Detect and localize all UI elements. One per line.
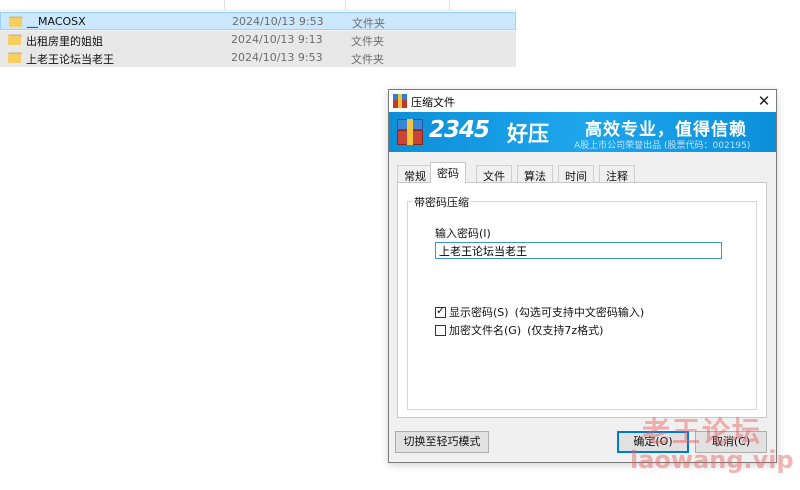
tab-files[interactable]: 文件: [476, 165, 512, 183]
file-date: 2024/10/13 9:13: [231, 33, 323, 46]
checkbox-note: (勾选可支持中文密码输入): [514, 306, 645, 319]
checkbox-note: (仅支持7z格式): [527, 324, 604, 337]
show-password-checkbox[interactable]: ✓ 显示密码(S) (勾选可支持中文密码输入): [435, 304, 644, 320]
file-date: 2024/10/13 9:53: [232, 15, 324, 28]
file-date: 2024/10/13 9:53: [231, 51, 323, 64]
tab-algorithm[interactable]: 算法: [517, 165, 553, 183]
file-row-folder-2[interactable]: 出租房里的姐姐 2024/10/13 9:13 文件夹: [0, 31, 516, 49]
column-separator[interactable]: [449, 0, 450, 9]
brand-slogan: 高效专业，值得信赖: [585, 120, 747, 140]
checkbox-label: 加密文件名(G): [449, 324, 522, 337]
brand-number: 2345: [429, 117, 490, 143]
file-name: 上老王论坛当老王: [26, 53, 114, 66]
file-row-folder-3[interactable]: 上老王论坛当老王 2024/10/13 9:53 文件夹: [0, 49, 516, 67]
file-list: __MACOSX 2024/10/13 9:53 文件夹 出租房里的姐姐 202…: [0, 0, 516, 67]
password-label: 输入密码(I): [435, 227, 491, 240]
file-type: 文件夹: [351, 35, 384, 48]
file-row-macosx[interactable]: __MACOSX 2024/10/13 9:53 文件夹: [0, 12, 516, 30]
checkbox-label: 显示密码(S): [449, 306, 509, 319]
encrypt-filenames-checkbox[interactable]: 加密文件名(G) (仅支持7z格式): [435, 322, 603, 338]
simple-mode-button[interactable]: 切换至轻巧模式: [395, 431, 489, 453]
tab-general[interactable]: 常规: [397, 165, 433, 183]
password-input[interactable]: [435, 242, 722, 259]
app-icon: [393, 94, 407, 108]
password-tab-panel: 带密码压缩: [397, 182, 767, 418]
file-name: 出租房里的姐姐: [26, 35, 103, 48]
cancel-button[interactable]: 取消(C): [695, 431, 767, 453]
file-type: 文件夹: [352, 17, 385, 30]
brand-name: 好压: [507, 122, 549, 146]
column-separator[interactable]: [345, 0, 346, 9]
dialog-title: 压缩文件: [411, 96, 455, 109]
ok-button[interactable]: 确定(O): [617, 431, 689, 453]
tab-comment[interactable]: 注释: [599, 165, 635, 183]
check-icon: ✓: [436, 304, 446, 317]
checkbox-box[interactable]: ✓: [435, 304, 446, 318]
dialog-titlebar[interactable]: 压缩文件 ✕: [389, 90, 776, 112]
file-type: 文件夹: [351, 53, 384, 66]
tab-password[interactable]: 密码: [430, 162, 466, 183]
group-title: 带密码压缩: [412, 194, 471, 210]
brand-banner: 2345 好压 高效专业，值得信赖 A股上市公司荣誉出品 (股票代码：00219…: [389, 112, 776, 152]
compress-dialog: 压缩文件 ✕ 2345 好压 高效专业，值得信赖 A股上市公司荣誉出品 (股票代…: [388, 89, 777, 463]
folder-icon: [8, 52, 22, 63]
column-separator[interactable]: [224, 0, 225, 9]
logo-icon: [397, 119, 423, 145]
file-name: __MACOSX: [27, 15, 86, 28]
tab-time[interactable]: 时间: [558, 165, 594, 183]
folder-icon: [8, 34, 22, 45]
checkbox-box[interactable]: [435, 325, 446, 336]
column-header: [0, 0, 516, 9]
brand-subline: A股上市公司荣誉出品 (股票代码：002195): [574, 141, 751, 151]
close-button[interactable]: ✕: [754, 91, 774, 111]
folder-icon: [9, 16, 23, 27]
